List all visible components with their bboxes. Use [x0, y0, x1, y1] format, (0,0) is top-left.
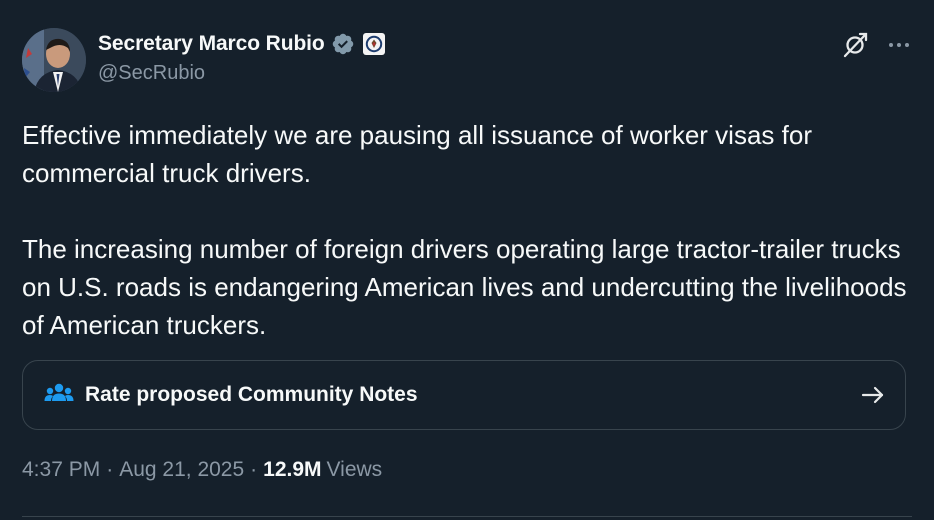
- tweet-paragraph: The increasing number of foreign drivers…: [22, 234, 907, 340]
- tweet-text: Effective immediately we are pausing all…: [22, 116, 912, 344]
- separator: ·: [106, 458, 114, 481]
- arrow-right-icon: [859, 381, 887, 409]
- tweet-paragraph: Effective immediately we are pausing all…: [22, 120, 812, 188]
- author-handle[interactable]: @SecRubio: [98, 62, 385, 85]
- views-label[interactable]: Views: [327, 458, 383, 482]
- tweet-metadata: 4:37 PM · Aug 21, 2025 · 12.9M Views: [22, 458, 382, 482]
- grok-icon[interactable]: [842, 32, 868, 63]
- tweet-date[interactable]: Aug 21, 2025: [119, 458, 244, 482]
- tweet: Secretary Marco Rubio @SecRubio Effectiv…: [0, 0, 934, 520]
- name-row: Secretary Marco Rubio: [98, 30, 385, 58]
- divider: [22, 516, 912, 517]
- state-department-seal-icon[interactable]: [362, 33, 385, 55]
- tweet-time[interactable]: 4:37 PM: [22, 458, 100, 482]
- separator: ·: [250, 458, 258, 481]
- header-actions: [842, 32, 912, 63]
- people-icon: [43, 379, 75, 411]
- author-display-name[interactable]: Secretary Marco Rubio: [98, 32, 325, 56]
- avatar[interactable]: [22, 28, 86, 92]
- more-options-icon[interactable]: [886, 32, 912, 63]
- views-count[interactable]: 12.9M: [263, 458, 321, 482]
- rate-community-notes-button[interactable]: Rate proposed Community Notes: [22, 360, 906, 430]
- verified-badge-icon[interactable]: [331, 32, 355, 56]
- tweet-header: Secretary Marco Rubio @SecRubio: [22, 28, 912, 92]
- author-info: Secretary Marco Rubio @SecRubio: [98, 30, 385, 85]
- community-notes-label: Rate proposed Community Notes: [85, 383, 418, 406]
